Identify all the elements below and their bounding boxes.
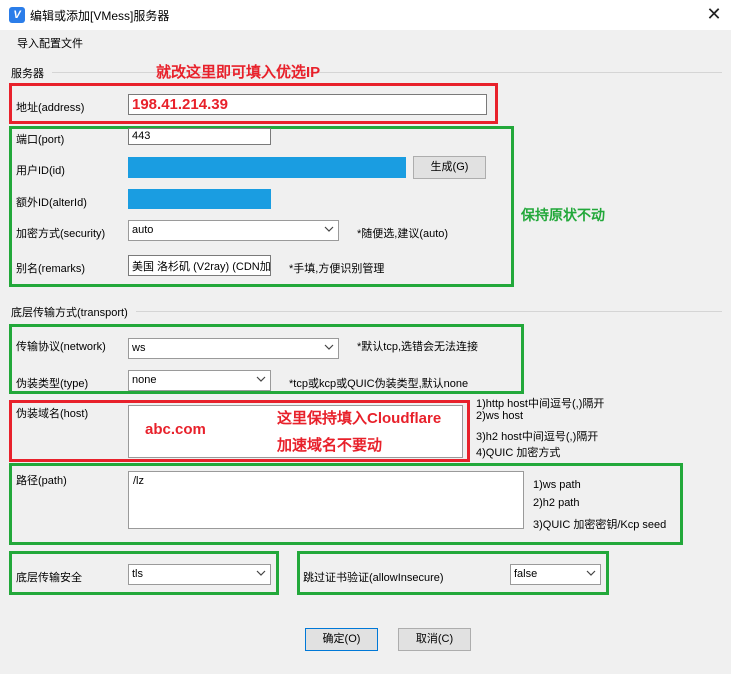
stream-security-value: tls (132, 568, 143, 580)
address-annotation: 就改这里即可填入优选IP (156, 64, 321, 81)
transport-group-title: 底层传输方式(transport) (11, 307, 128, 319)
chevron-down-icon (586, 568, 596, 578)
ok-button[interactable]: 确定(O) (305, 628, 378, 651)
menu-bar: 导入配置文件 (0, 30, 731, 54)
security-hint: *随便选,建议(auto) (357, 228, 449, 240)
path-label: 路径(path) (16, 475, 67, 487)
security-label: 加密方式(security) (16, 228, 106, 240)
window-title: 编辑或添加[VMess]服务器 (30, 9, 170, 23)
stream-security-select[interactable]: tls (128, 564, 271, 585)
host-hint-4: 4)QUIC 加密方式 (476, 447, 561, 459)
allow-insecure-value: false (514, 568, 538, 580)
server-group-title: 服务器 (11, 68, 44, 80)
security-select[interactable]: auto (128, 220, 339, 241)
allow-insecure-label: 跳过证书验证(allowInsecure) (303, 572, 444, 584)
port-input[interactable]: 443 (128, 128, 271, 145)
userid-label: 用户ID(id) (16, 165, 65, 177)
remarks-input[interactable]: 美国 洛杉矶 (V2ray) (CDN加 (128, 255, 271, 276)
chevron-down-icon (324, 342, 334, 352)
title-bar: V 编辑或添加[VMess]服务器 ✕ (0, 0, 731, 30)
network-value: ws (132, 342, 146, 354)
host-hint-2: 2)ws host (476, 410, 524, 422)
address-input[interactable]: 198.41.214.39 (128, 94, 487, 115)
chevron-down-icon (256, 374, 266, 384)
stream-security-label: 底层传输安全 (16, 572, 82, 584)
path-hint-2: 2)h2 path (533, 497, 580, 509)
type-hint: *tcp或kcp或QUIC伪装类型,默认none (289, 378, 469, 390)
network-label: 传输协议(network) (16, 341, 106, 353)
generate-button[interactable]: 生成(G) (413, 156, 486, 179)
allow-insecure-select[interactable]: false (510, 564, 601, 585)
chevron-down-icon (256, 568, 266, 578)
host-hint-3: 3)h2 host中间逗号(,)隔开 (476, 431, 599, 443)
v2ray-app-icon: V (9, 7, 25, 23)
network-select[interactable]: ws (128, 338, 339, 359)
address-label: 地址(address) (16, 102, 85, 114)
path-hint-1: 1)ws path (533, 479, 581, 491)
path-hint-3: 3)QUIC 加密密钥/Kcp seed (533, 519, 667, 531)
path-textarea[interactable]: /lz (128, 471, 524, 529)
network-hint: *默认tcp,选错会无法连接 (357, 341, 479, 353)
port-label: 端口(port) (16, 134, 65, 146)
alterid-label: 额外ID(alterId) (16, 197, 87, 209)
host-hint-1: 1)http host中间逗号(,)隔开 (476, 398, 605, 410)
transport-group-line (136, 311, 722, 312)
remarks-label: 别名(remarks) (16, 263, 86, 275)
server-group-line (52, 72, 722, 73)
remarks-hint: *手填,方便识别管理 (289, 263, 385, 275)
host-value: abc.com (145, 421, 206, 438)
cancel-button[interactable]: 取消(C) (398, 628, 471, 651)
menu-import-config[interactable]: 导入配置文件 (17, 35, 83, 51)
chevron-down-icon (324, 224, 334, 234)
type-value: none (132, 374, 157, 386)
host-label: 伪装域名(host) (16, 408, 89, 420)
type-select[interactable]: none (128, 370, 271, 391)
userid-input[interactable] (128, 157, 406, 178)
close-icon[interactable]: ✕ (700, 2, 728, 28)
alterid-input[interactable] (128, 189, 271, 209)
keep-annotation: 保持原状不动 (521, 207, 605, 223)
host-annotation-line2: 加速域名不要动 (277, 437, 383, 454)
security-value: auto (132, 224, 154, 236)
type-label: 伪装类型(type) (16, 378, 89, 390)
host-annotation-line1: 这里保持填入Cloudflare (277, 410, 442, 427)
